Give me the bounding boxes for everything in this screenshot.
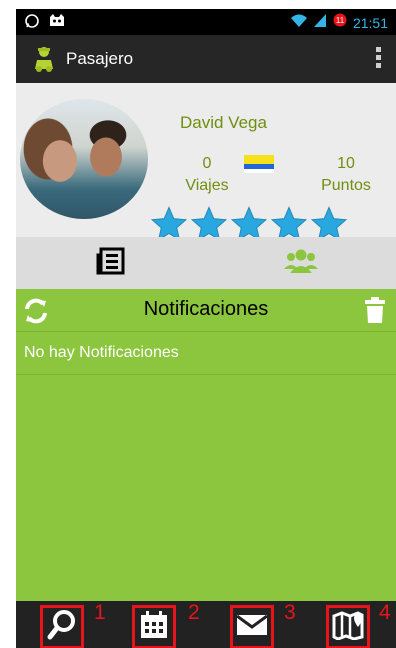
tab-people[interactable] bbox=[206, 237, 396, 289]
cat-icon bbox=[48, 13, 66, 34]
alarm-icon: 11 bbox=[332, 12, 348, 33]
taxi-driver-icon[interactable] bbox=[30, 45, 58, 78]
mail-button[interactable] bbox=[230, 605, 274, 648]
people-icon bbox=[283, 247, 319, 280]
trips-value: 0 bbox=[202, 155, 212, 172]
overflow-menu-icon[interactable] bbox=[376, 47, 382, 71]
search-icon bbox=[47, 609, 77, 646]
flag-icon bbox=[244, 155, 274, 173]
empty-notifications-message: No hay Notificaciones bbox=[16, 332, 396, 375]
app-title: Pasajero bbox=[66, 49, 134, 68]
wifi-icon bbox=[290, 12, 308, 33]
trips-label: Viajes bbox=[185, 177, 229, 194]
map-icon bbox=[332, 610, 364, 645]
avatar bbox=[20, 99, 148, 219]
map-button[interactable] bbox=[326, 605, 370, 648]
points-label: Puntos bbox=[321, 177, 371, 194]
action-bar: Pasajero bbox=[16, 35, 396, 83]
points-value: 10 bbox=[337, 155, 355, 172]
calendar-button[interactable] bbox=[132, 605, 176, 648]
status-time: 21:51 bbox=[352, 14, 388, 31]
bottom-navigation: 1 2 3 4 bbox=[16, 601, 396, 648]
trash-icon[interactable] bbox=[364, 296, 386, 329]
marker-3: 3 bbox=[284, 601, 296, 624]
status-bar: 11 21:51 bbox=[16, 9, 396, 35]
notifications-list[interactable]: No hay Notificaciones bbox=[16, 331, 396, 602]
marker-4: 4 bbox=[379, 601, 391, 624]
calendar-icon bbox=[139, 610, 169, 645]
mail-icon bbox=[236, 613, 268, 642]
notifications-title: Notificaciones bbox=[143, 298, 269, 320]
tab-news[interactable] bbox=[16, 237, 206, 289]
tab-bar bbox=[16, 237, 396, 289]
profile-section: David Vega 0 Viajes 10 Puntos bbox=[16, 83, 396, 245]
marker-1: 1 bbox=[94, 601, 106, 624]
user-name: David Vega bbox=[180, 113, 267, 132]
notifications-header: Notificaciones bbox=[16, 289, 396, 331]
signal-icon bbox=[313, 12, 327, 33]
app-screen: 11 21:51 Pasajero David Vega 0 Viajes 10… bbox=[16, 9, 396, 648]
newspaper-icon bbox=[96, 247, 126, 280]
svg-text:11: 11 bbox=[336, 16, 345, 25]
trips-stat: 0 Viajes bbox=[176, 153, 238, 197]
search-button[interactable] bbox=[40, 605, 84, 648]
marker-2: 2 bbox=[188, 601, 200, 624]
whatsapp-icon bbox=[24, 13, 40, 34]
points-stat: 10 Puntos bbox=[308, 153, 384, 197]
